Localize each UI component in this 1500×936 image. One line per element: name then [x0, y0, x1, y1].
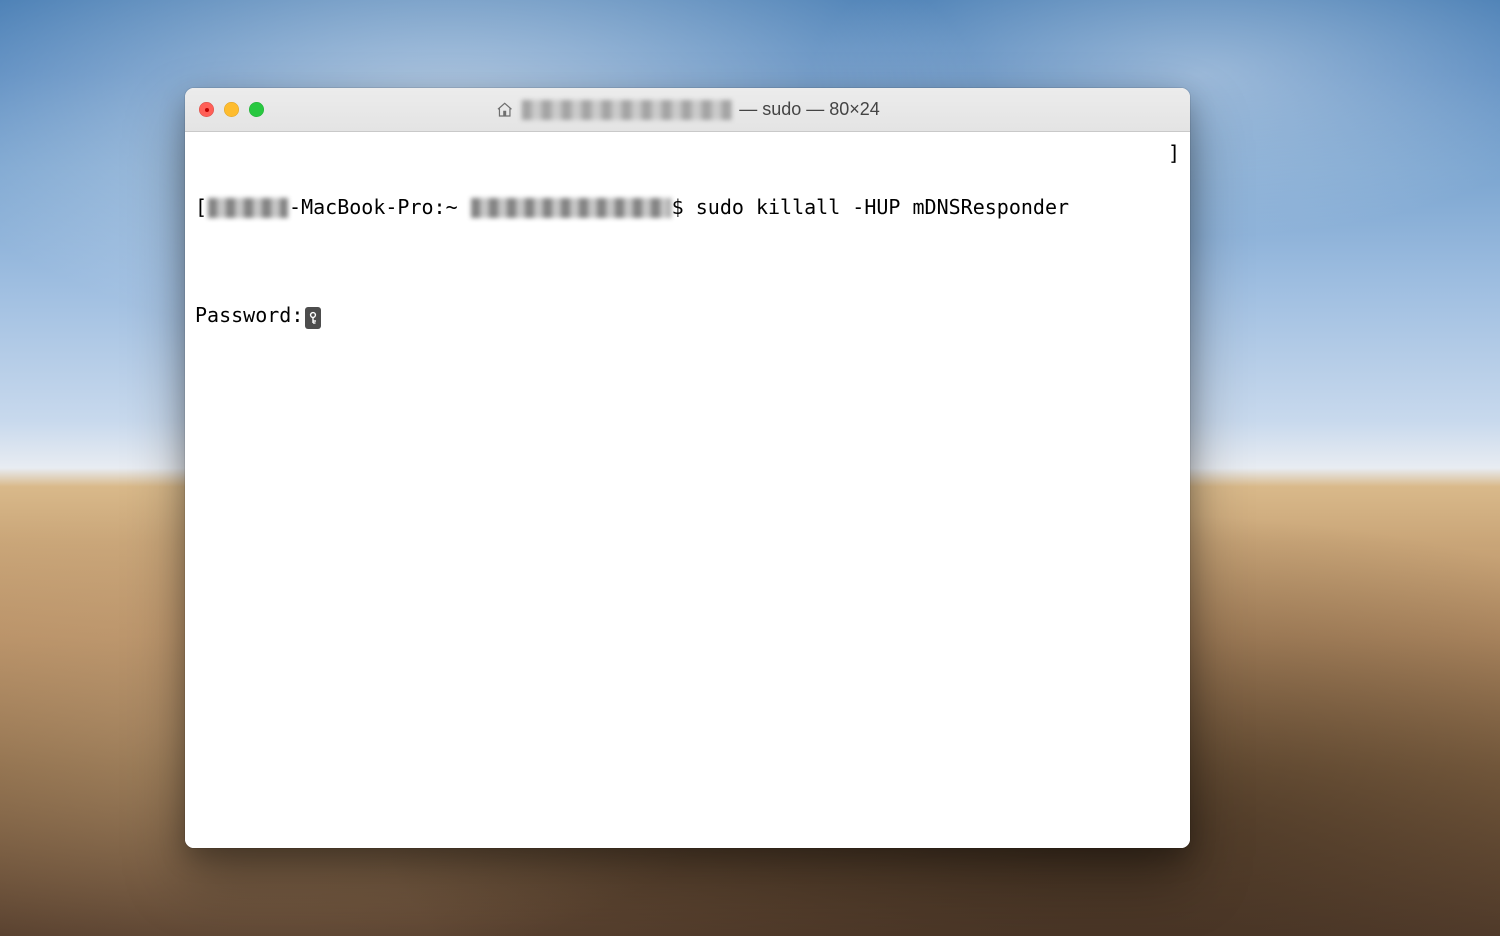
- terminal-line-1: [ -MacBook-Pro:~ $ sudo killall -HUP mDNS…: [195, 194, 1180, 221]
- prompt-open-bracket: [: [195, 194, 207, 221]
- close-button[interactable]: [199, 102, 214, 117]
- terminal-line-2: Password:: [195, 302, 1180, 329]
- username-redacted: [471, 198, 671, 218]
- window-title: — sudo — 80×24: [495, 99, 880, 120]
- maximize-button[interactable]: [249, 102, 264, 117]
- command-text: sudo killall -HUP mDNSResponder: [696, 194, 1069, 221]
- minimize-button[interactable]: [224, 102, 239, 117]
- prompt-close-bracket: ]: [1168, 140, 1180, 167]
- window-controls: [199, 102, 264, 117]
- hostname-redacted: [208, 198, 288, 218]
- prompt-symbol: $: [672, 194, 696, 221]
- terminal-content[interactable]: [ -MacBook-Pro:~ $ sudo killall -HUP mDNS…: [185, 132, 1190, 848]
- title-redacted-segment: [521, 100, 731, 120]
- password-label: Password:: [195, 303, 303, 327]
- window-title-text: — sudo — 80×24: [739, 99, 880, 120]
- home-icon: [495, 101, 513, 119]
- terminal-window: — sudo — 80×24 [ -MacBook-Pro:~ $ sudo ki…: [185, 88, 1190, 848]
- host-path-text: -MacBook-Pro:~: [289, 194, 470, 221]
- key-icon: [305, 307, 321, 329]
- window-titlebar[interactable]: — sudo — 80×24: [185, 88, 1190, 132]
